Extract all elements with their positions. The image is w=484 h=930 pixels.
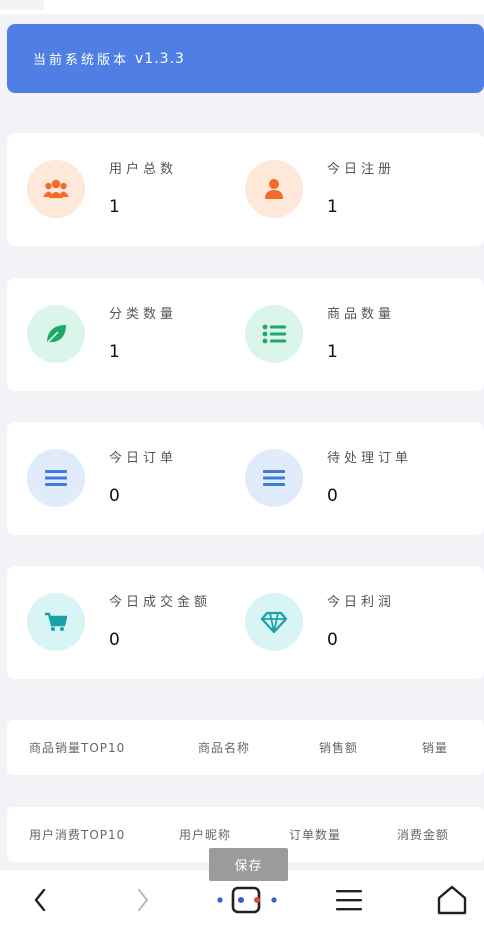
forward-button[interactable] — [121, 870, 165, 930]
stat-value: 0 — [109, 630, 120, 650]
leaf-icon — [27, 305, 85, 363]
stat-value: 0 — [109, 486, 120, 506]
chevron-left-icon — [34, 888, 46, 912]
user-icon — [245, 160, 303, 218]
save-tooltip: 保存 — [209, 848, 288, 881]
home-icon — [437, 885, 467, 915]
chevron-right-icon — [137, 888, 149, 912]
stat-pending-orders[interactable]: 待处理订单 0 — [225, 422, 455, 535]
stat-value: 1 — [109, 197, 120, 217]
cart-icon — [27, 593, 85, 651]
stat-today-orders[interactable]: 今日订单 0 — [7, 422, 237, 535]
list-icon — [245, 305, 303, 363]
hamburger-icon — [336, 890, 362, 911]
stat-title: 用户总数 — [109, 162, 178, 177]
stat-title: 待处理订单 — [327, 451, 413, 466]
stat-value: 1 — [327, 342, 338, 362]
tab-stub — [0, 0, 44, 10]
stat-card-users: 用户总数 1 今日注册 1 — [7, 133, 484, 246]
tabs-icon — [217, 886, 277, 914]
menu-icon — [245, 449, 303, 507]
product-top10-table: 商品销量TOP10 商品名称 销售额 销量 — [7, 720, 484, 775]
diamond-icon — [245, 593, 303, 651]
table-header: 用户昵称 — [179, 828, 232, 842]
stat-category-count[interactable]: 分类数量 1 — [7, 278, 237, 391]
stat-product-count[interactable]: 商品数量 1 — [225, 278, 455, 391]
version-label: 当前系统版本 — [33, 53, 130, 68]
stat-today-registrations[interactable]: 今日注册 1 — [225, 133, 455, 246]
table-header: 商品销量TOP10 — [29, 741, 126, 755]
stat-title: 今日订单 — [109, 451, 178, 466]
stat-card-catalog: 分类数量 1 商品数量 1 — [7, 278, 484, 391]
stat-title: 今日成交金额 — [109, 595, 212, 610]
stat-today-revenue[interactable]: 今日成交金额 0 — [7, 566, 237, 679]
stat-value: 0 — [327, 486, 338, 506]
table-header: 订单数量 — [289, 828, 342, 842]
version-banner: 当前系统版本 v1.3.3 — [7, 24, 484, 93]
stat-card-orders: 今日订单 0 待处理订单 0 — [7, 422, 484, 535]
stat-value: 0 — [327, 630, 338, 650]
top-strip — [0, 0, 484, 14]
stat-today-profit[interactable]: 今日利润 0 — [225, 566, 455, 679]
stat-title: 商品数量 — [327, 307, 396, 322]
version-number: v1.3.3 — [135, 50, 185, 67]
back-button[interactable] — [18, 870, 62, 930]
stat-total-users[interactable]: 用户总数 1 — [7, 133, 237, 246]
stat-value: 1 — [327, 197, 338, 217]
table-header: 消费金额 — [397, 828, 450, 842]
menu-button[interactable] — [327, 870, 371, 930]
stat-value: 1 — [109, 342, 120, 362]
table-header: 用户消费TOP10 — [29, 828, 126, 842]
stat-card-revenue: 今日成交金额 0 今日利润 0 — [7, 566, 484, 679]
home-button[interactable] — [430, 870, 474, 930]
table-header: 销售额 — [319, 741, 359, 755]
table-header: 销量 — [422, 741, 449, 755]
stat-title: 分类数量 — [109, 307, 178, 322]
stat-title: 今日利润 — [327, 595, 396, 610]
stat-title: 今日注册 — [327, 162, 396, 177]
users-icon — [27, 160, 85, 218]
table-header: 商品名称 — [198, 741, 251, 755]
menu-icon — [27, 449, 85, 507]
